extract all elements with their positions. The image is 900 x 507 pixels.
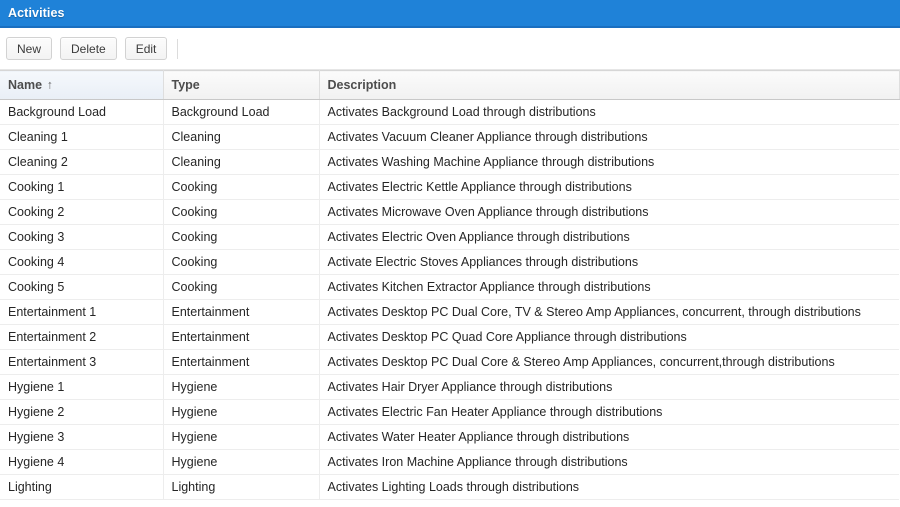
cell-description: Activates Electric Oven Appliance throug… <box>319 224 899 250</box>
cell-type: Cooking <box>163 274 320 300</box>
cell-type: Entertainment <box>163 299 320 325</box>
table-row[interactable]: Hygiene 4 Hygiene Activates Iron Machine A… <box>0 449 899 475</box>
cell-name: Cooking 3 <box>0 224 164 250</box>
cell-description: Activates Water Heater Appliance through… <box>319 424 899 450</box>
cell-description: Activate Electric Stoves Appliances thro… <box>319 249 899 275</box>
table-row[interactable]: Lighting Lighting Activates Lighting Loads… <box>0 474 899 500</box>
table-row[interactable]: Entertainment 3 Entertainment Activates De… <box>0 349 899 375</box>
cell-type: Entertainment <box>163 324 320 350</box>
table-row[interactable]: Cooking 3 Cooking Activates Electric Oven … <box>0 224 899 250</box>
window-title-bar: Activities <box>0 0 900 28</box>
table-row[interactable]: Cooking 4 Cooking Activate Electric Stoves… <box>0 249 899 275</box>
table-header-row: Name ↑ Type Description <box>0 70 900 100</box>
table-row[interactable]: Hygiene 2 Hygiene Activates Electric Fan H… <box>0 399 899 425</box>
cell-type: Cooking <box>163 224 320 250</box>
cell-description: Activates Lighting Loads through distrib… <box>319 474 899 500</box>
cell-name: Hygiene 1 <box>0 374 164 400</box>
cell-description: Activates Background Load through distri… <box>319 99 899 125</box>
column-header-name[interactable]: Name ↑ <box>0 70 164 100</box>
cell-type: Hygiene <box>163 374 320 400</box>
cell-description: Activates Desktop PC Quad Core Appliance… <box>319 324 899 350</box>
table-row[interactable]: Hygiene 1 Hygiene Activates Hair Dryer App… <box>0 374 899 400</box>
table-body: Background Load Background Load Activates … <box>0 99 899 500</box>
cell-type: Background Load <box>163 99 320 125</box>
cell-name: Entertainment 3 <box>0 349 164 375</box>
cell-name: Cooking 1 <box>0 174 164 200</box>
cell-description: Activates Iron Machine Appliance through… <box>319 449 899 475</box>
cell-description: Activates Electric Fan Heater Appliance … <box>319 399 899 425</box>
cell-type: Hygiene <box>163 399 320 425</box>
cell-description: Activates Desktop PC Dual Core, TV & Ste… <box>319 299 899 325</box>
cell-type: Hygiene <box>163 424 320 450</box>
cell-name: Hygiene 2 <box>0 399 164 425</box>
cell-name: Background Load <box>0 99 164 125</box>
cell-name: Cooking 2 <box>0 199 164 225</box>
table-header: Name ↑ Type Description <box>0 70 900 100</box>
table-row[interactable]: Cooking 2 Cooking Activates Microwave Oven… <box>0 199 899 225</box>
table-row[interactable]: Hygiene 3 Hygiene Activates Water Heater A… <box>0 424 899 450</box>
table-row[interactable]: Cooking 1 Cooking Activates Electric Kettl… <box>0 174 899 200</box>
cell-name: Cooking 5 <box>0 274 164 300</box>
cell-type: Cleaning <box>163 124 320 150</box>
cell-description: Activates Microwave Oven Appliance throu… <box>319 199 899 225</box>
window-title: Activities <box>8 6 65 20</box>
new-button[interactable]: New <box>6 37 53 60</box>
table-row[interactable]: Cleaning 2 Cleaning Activates Washing Mach… <box>0 149 899 175</box>
cell-type: Cleaning <box>163 149 320 175</box>
toolbar-separator <box>177 38 179 59</box>
table-row[interactable]: Cleaning 1 Cleaning Activates Vacuum Clean… <box>0 124 899 150</box>
column-header-type[interactable]: Type <box>163 70 320 100</box>
sort-ascending-icon: ↑ <box>47 77 54 92</box>
cell-name: Cleaning 2 <box>0 149 164 175</box>
cell-description: Activates Washing Machine Appliance thro… <box>319 149 899 175</box>
table-row[interactable]: Entertainment 1 Entertainment Activates De… <box>0 299 899 325</box>
cell-type: Cooking <box>163 249 320 275</box>
toolbar: New Delete Edit <box>0 28 900 70</box>
cell-description: Activates Vacuum Cleaner Appliance throu… <box>319 124 899 150</box>
column-header-description-label: Description <box>327 78 397 92</box>
activities-table: Name ↑ Type Description Background Load Ba… <box>0 70 900 500</box>
table-row[interactable]: Cooking 5 Cooking Activates Kitchen Extrac… <box>0 274 899 300</box>
cell-name: Hygiene 3 <box>0 424 164 450</box>
edit-button[interactable]: Edit <box>124 37 168 60</box>
column-header-type-label: Type <box>171 78 200 92</box>
column-header-description[interactable]: Description <box>319 70 900 100</box>
table-row[interactable]: Background Load Background Load Activates … <box>0 99 899 125</box>
cell-type: Cooking <box>163 199 320 225</box>
cell-description: Activates Kitchen Extractor Appliance th… <box>319 274 899 300</box>
cell-description: Activates Electric Kettle Appliance thro… <box>319 174 899 200</box>
cell-name: Cleaning 1 <box>0 124 164 150</box>
cell-name: Lighting <box>0 474 164 500</box>
cell-description: Activates Desktop PC Dual Core & Stereo … <box>319 349 899 375</box>
cell-name: Entertainment 2 <box>0 324 164 350</box>
cell-type: Hygiene <box>163 449 320 475</box>
table-row[interactable]: Entertainment 2 Entertainment Activates De… <box>0 324 899 350</box>
delete-button[interactable]: Delete <box>60 37 117 60</box>
activities-grid: Name ↑ Type Description Background Load Ba… <box>0 70 900 500</box>
cell-name: Cooking 4 <box>0 249 164 275</box>
cell-type: Lighting <box>163 474 320 500</box>
cell-name: Entertainment 1 <box>0 299 164 325</box>
column-header-name-label: Name <box>8 78 43 92</box>
cell-type: Entertainment <box>163 349 320 375</box>
cell-name: Hygiene 4 <box>0 449 164 475</box>
cell-description: Activates Hair Dryer Appliance through d… <box>319 374 899 400</box>
cell-type: Cooking <box>163 174 320 200</box>
